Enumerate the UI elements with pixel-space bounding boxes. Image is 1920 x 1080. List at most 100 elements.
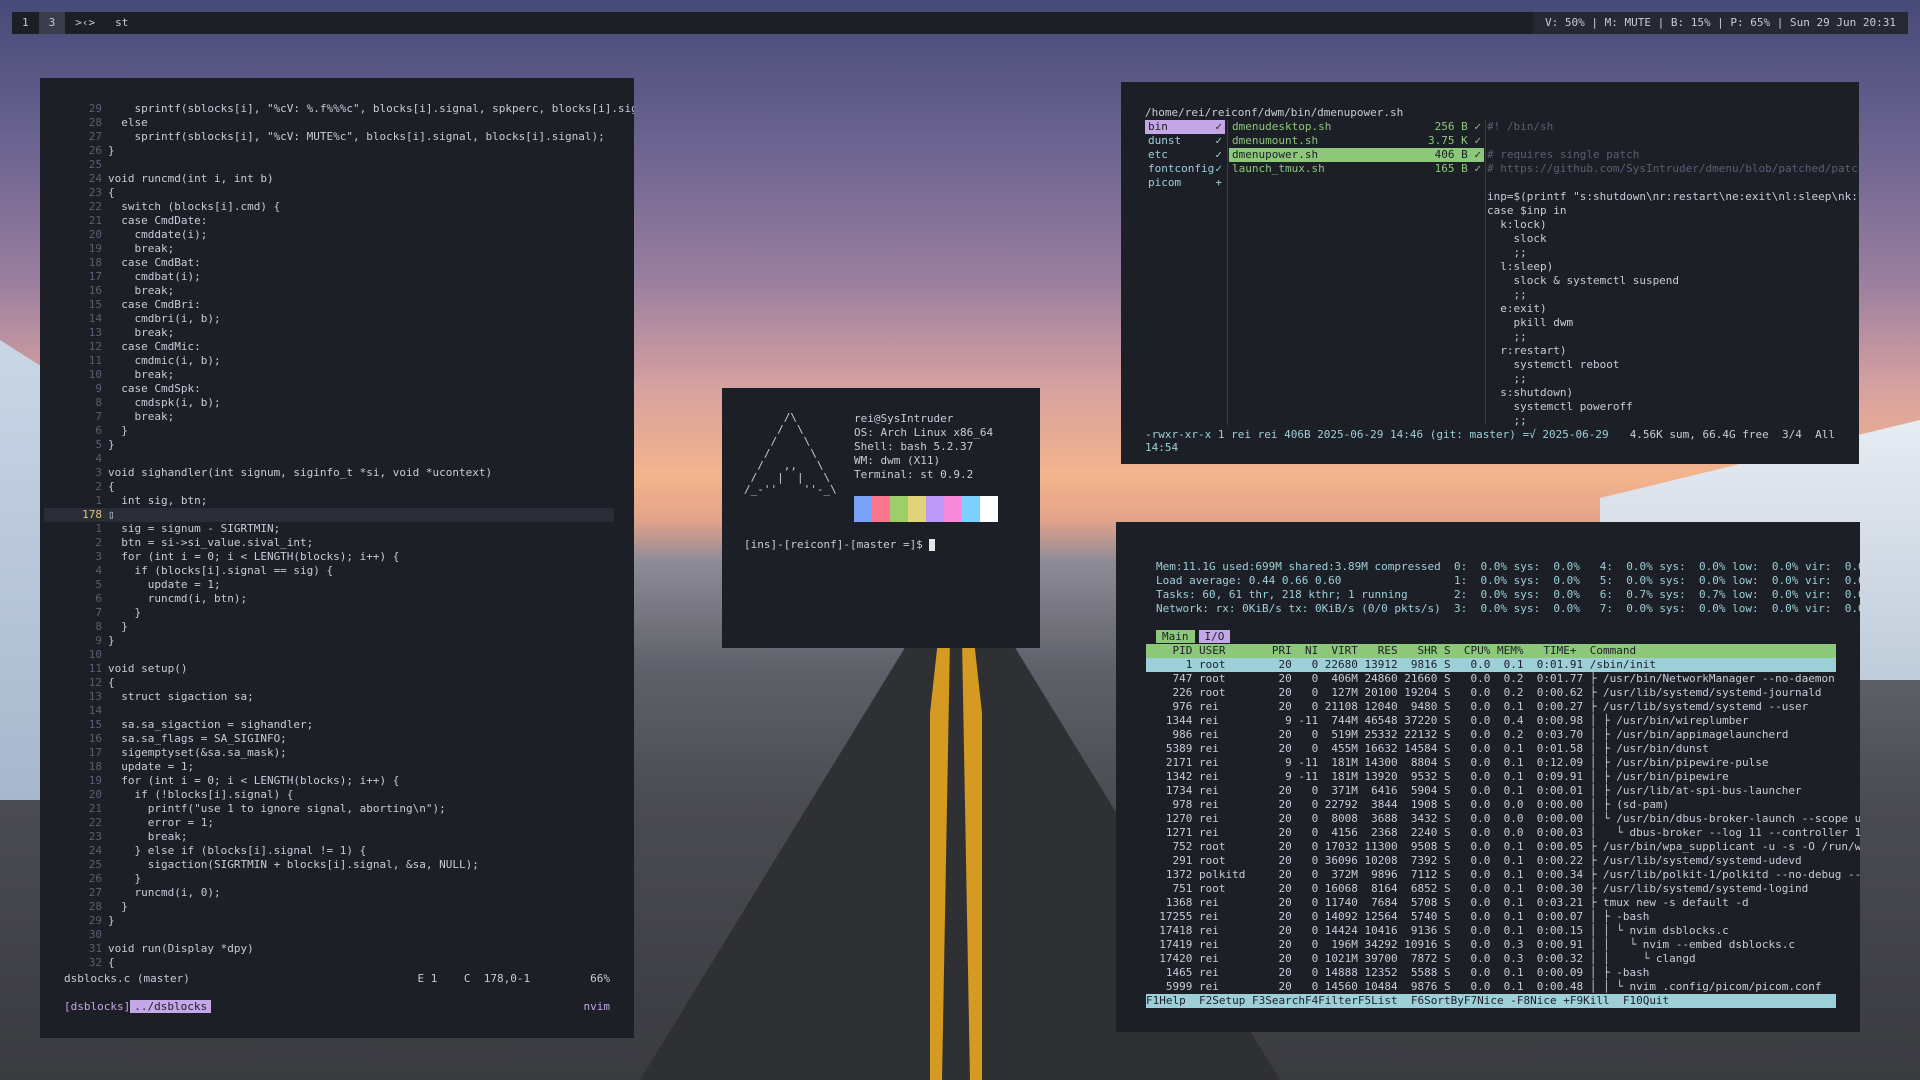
parent-dir-item[interactable]: bin ✓ bbox=[1145, 120, 1225, 134]
file-item[interactable]: dmenupower.sh 406 B ✓ bbox=[1229, 148, 1484, 162]
code-line[interactable]: 15 sa.sa_sigaction = sighandler; bbox=[44, 718, 614, 732]
code-line[interactable]: 27 sprintf(sblocks[i], "%cV: MUTE%c", bl… bbox=[44, 130, 614, 144]
code-line[interactable]: 21 case CmdDate: bbox=[44, 214, 614, 228]
code-line[interactable]: 9} bbox=[44, 634, 614, 648]
code-line[interactable]: 19 break; bbox=[44, 242, 614, 256]
code-line[interactable]: 21 printf("use 1 to ignore signal, abort… bbox=[44, 802, 614, 816]
shell-prompt[interactable]: [ins]-[reiconf]-[master =]$ bbox=[744, 538, 936, 551]
code-line[interactable]: 13 struct sigaction sa; bbox=[44, 690, 614, 704]
process-row[interactable]: 978 rei 20 0 22792 3844 1908 S 0.0 0.0 0… bbox=[1146, 798, 1836, 812]
process-row[interactable]: 17420 rei 20 0 1021M 39700 7872 S 0.0 0.… bbox=[1146, 952, 1836, 966]
code-line[interactable]: 22 switch (blocks[i].cmd) { bbox=[44, 200, 614, 214]
file-item[interactable]: launch_tmux.sh 165 B ✓ bbox=[1229, 162, 1484, 176]
code-line[interactable]: 23 break; bbox=[44, 830, 614, 844]
tab-main[interactable]: Main bbox=[1156, 630, 1195, 643]
parent-dir-item[interactable]: etc ✓ bbox=[1145, 148, 1225, 162]
htop-window[interactable]: Mem:11.1G used:699M shared:3.89M compres… bbox=[1116, 522, 1860, 1032]
process-row[interactable]: 17255 rei 20 0 14092 12564 5740 S 0.0 0.… bbox=[1146, 910, 1836, 924]
lf-window[interactable]: /home/rei/reiconf/dwm/bin/dmenupower.sh … bbox=[1121, 82, 1859, 464]
code-line[interactable]: 5 update = 1; bbox=[44, 578, 614, 592]
code-line[interactable]: 7 } bbox=[44, 606, 614, 620]
code-line[interactable]: 6 runcmd(i, btn); bbox=[44, 592, 614, 606]
code-line[interactable]: 11 void setup() bbox=[44, 662, 614, 676]
code-line[interactable]: 9 case CmdSpk: bbox=[44, 382, 614, 396]
process-row[interactable]: 1342 rei 9 -11 181M 13920 9532 S 0.0 0.1… bbox=[1146, 770, 1836, 784]
code-line[interactable]: 32 { bbox=[44, 956, 614, 970]
function-key-bar[interactable]: F1Help F2Setup F3SearchF4FilterF5List F6… bbox=[1146, 994, 1836, 1008]
code-line[interactable]: 3 void sighandler(int signum, siginfo_t *… bbox=[44, 466, 614, 480]
tag-1[interactable]: 1 bbox=[12, 12, 39, 34]
code-line[interactable]: 28 } bbox=[44, 900, 614, 914]
code-line[interactable]: 15 case CmdBri: bbox=[44, 298, 614, 312]
tag-3[interactable]: 3 bbox=[38, 12, 66, 34]
code-line[interactable]: 16 sa.sa_flags = SA_SIGINFO; bbox=[44, 732, 614, 746]
code-line[interactable]: 12 { bbox=[44, 676, 614, 690]
code-line[interactable]: 19 for (int i = 0; i < LENGTH(blocks); i… bbox=[44, 774, 614, 788]
process-row[interactable]: 1344 rei 9 -11 744M 46548 37220 S 0.0 0.… bbox=[1146, 714, 1836, 728]
process-row[interactable]: 17418 rei 20 0 14424 10416 9136 S 0.0 0.… bbox=[1146, 924, 1836, 938]
code-line[interactable]: 31 void run(Display *dpy) bbox=[44, 942, 614, 956]
code-line[interactable]: 6 } bbox=[44, 424, 614, 438]
parent-column[interactable]: bin ✓ dunst ✓ etc ✓ fontconfig ✓ picom + bbox=[1145, 120, 1225, 190]
code-line[interactable]: 17 cmdbat(i); bbox=[44, 270, 614, 284]
code-line[interactable]: 8 } bbox=[44, 620, 614, 634]
layout-symbol[interactable]: >‹> bbox=[65, 12, 105, 34]
code-area[interactable]: 29 sprintf(sblocks[i], "%cV: %.f%%%c", b… bbox=[44, 102, 634, 970]
process-row[interactable]: 5389 rei 20 0 455M 16632 14584 S 0.0 0.1… bbox=[1146, 742, 1836, 756]
process-row[interactable]: 986 rei 20 0 519M 25332 22132 S 0.0 0.2 … bbox=[1146, 728, 1836, 742]
code-line[interactable]: 24 void runcmd(int i, int b) bbox=[44, 172, 614, 186]
code-line[interactable]: 22 error = 1; bbox=[44, 816, 614, 830]
process-row[interactable]: 17419 rei 20 0 196M 34292 10916 S 0.0 0.… bbox=[1146, 938, 1836, 952]
code-line[interactable]: 1 sig = signum - SIGRTMIN; bbox=[44, 522, 614, 536]
code-line[interactable]: 10 break; bbox=[44, 368, 614, 382]
code-line[interactable]: 16 break; bbox=[44, 284, 614, 298]
code-line[interactable]: 10 bbox=[44, 648, 614, 662]
code-line[interactable]: 24 } else if (blocks[i].signal != 1) { bbox=[44, 844, 614, 858]
process-list[interactable]: 1 root 20 0 22680 13912 9816 S 0.0 0.1 0… bbox=[1146, 658, 1860, 994]
process-row[interactable]: 1270 rei 20 0 8008 3688 3432 S 0.0 0.0 0… bbox=[1146, 812, 1860, 826]
process-row[interactable]: 1271 rei 20 0 4156 2368 2240 S 0.0 0.0 0… bbox=[1146, 826, 1860, 840]
process-row[interactable]: 752 root 20 0 17032 11300 9508 S 0.0 0.1… bbox=[1146, 840, 1860, 854]
process-table-header[interactable]: PID USER PRI NI VIRT RES SHR S CPU% MEM%… bbox=[1146, 644, 1836, 658]
code-line[interactable]: 29} bbox=[44, 914, 614, 928]
code-line[interactable]: 1 int sig, btn; bbox=[44, 494, 614, 508]
process-row[interactable]: 747 root 20 0 406M 24860 21660 S 0.0 0.2… bbox=[1146, 672, 1836, 686]
code-line[interactable]: 18 case CmdBat: bbox=[44, 256, 614, 270]
file-column[interactable]: dmenudesktop.sh 256 B ✓ dmenumount.sh 3.75 … bbox=[1229, 120, 1484, 176]
process-row[interactable]: 751 root 20 0 16068 8164 6852 S 0.0 0.1 … bbox=[1146, 882, 1836, 896]
code-line[interactable]: 27 runcmd(i, 0); bbox=[44, 886, 614, 900]
file-item[interactable]: dmenudesktop.sh 256 B ✓ bbox=[1229, 120, 1484, 134]
code-line[interactable]: 2{ bbox=[44, 480, 614, 494]
code-line[interactable]: 3 for (int i = 0; i < LENGTH(blocks); i+… bbox=[44, 550, 614, 564]
process-row[interactable]: 1734 rei 20 0 371M 6416 5904 S 0.0 0.1 0… bbox=[1146, 784, 1836, 798]
parent-dir-item[interactable]: dunst ✓ bbox=[1145, 134, 1225, 148]
code-line[interactable]: 5} bbox=[44, 438, 614, 452]
code-line[interactable]: 23 { bbox=[44, 186, 614, 200]
process-row[interactable]: 1465 rei 20 0 14888 12352 5588 S 0.0 0.1… bbox=[1146, 966, 1836, 980]
code-line[interactable]: 26} bbox=[44, 144, 614, 158]
tmux-window[interactable]: ../dsblocks bbox=[130, 1000, 212, 1013]
code-line[interactable]: 25 bbox=[44, 158, 614, 172]
process-row[interactable]: 226 root 20 0 127M 20100 19204 S 0.0 0.2… bbox=[1146, 686, 1836, 700]
fetch-terminal[interactable]: /\ / \ / \ / \ / ,, \ / | | \ /_-'' ''-_… bbox=[722, 388, 1040, 648]
code-line[interactable]: 29 sprintf(sblocks[i], "%cV: %.f%%%c", b… bbox=[44, 102, 634, 116]
code-line[interactable]: 28 else bbox=[44, 116, 614, 130]
code-line[interactable]: 30 bbox=[44, 928, 614, 942]
process-row[interactable]: 976 rei 20 0 21108 12040 9480 S 0.0 0.1 … bbox=[1146, 700, 1836, 714]
parent-dir-item[interactable]: fontconfig ✓ bbox=[1145, 162, 1225, 176]
code-line[interactable]: 11 cmdmic(i, b); bbox=[44, 354, 614, 368]
code-line[interactable]: 13 break; bbox=[44, 326, 614, 340]
code-line[interactable]: 17 sigemptyset(&sa.sa_mask); bbox=[44, 746, 614, 760]
process-row[interactable]: 5999 rei 20 0 14560 10484 9876 S 0.0 0.1… bbox=[1146, 980, 1836, 994]
file-item[interactable]: dmenumount.sh 3.75 K ✓ bbox=[1229, 134, 1484, 148]
tab-io[interactable]: I/O bbox=[1198, 630, 1231, 643]
code-line[interactable]: 14 cmdbri(i, b); bbox=[44, 312, 614, 326]
process-row[interactable]: 291 root 20 0 36096 10208 7392 S 0.0 0.1… bbox=[1146, 854, 1836, 868]
code-line[interactable]: 20 cmddate(i); bbox=[44, 228, 614, 242]
code-line[interactable]: 25 sigaction(SIGRTMIN + blocks[i].signal… bbox=[44, 858, 614, 872]
code-line[interactable]: 7 break; bbox=[44, 410, 614, 424]
code-line[interactable]: 26 } bbox=[44, 872, 614, 886]
process-row[interactable]: 1 root 20 0 22680 13912 9816 S 0.0 0.1 0… bbox=[1146, 658, 1836, 672]
code-line[interactable]: 18 update = 1; bbox=[44, 760, 614, 774]
code-line[interactable]: 2 btn = si->si_value.sival_int; bbox=[44, 536, 614, 550]
